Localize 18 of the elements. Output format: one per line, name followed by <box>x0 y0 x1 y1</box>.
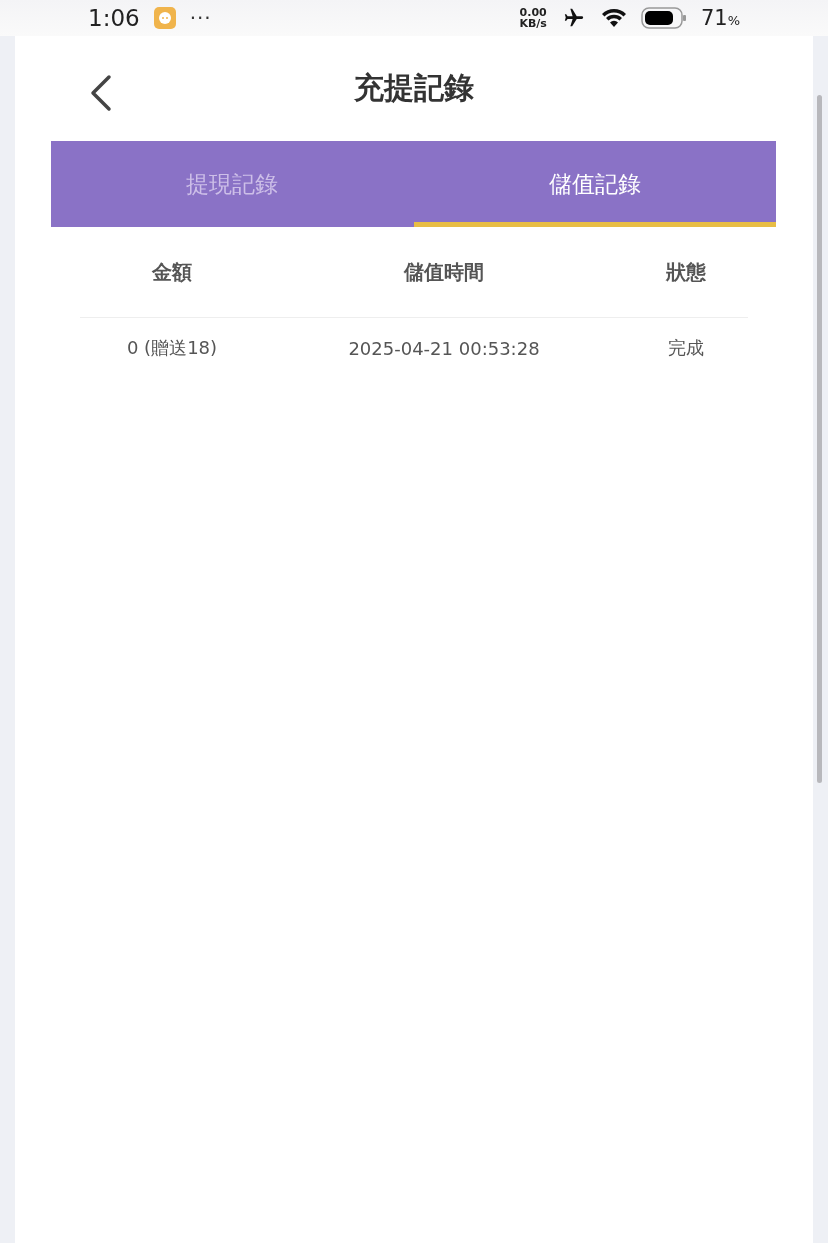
page-title: 充提記錄 <box>354 69 474 107</box>
app-notification-icon <box>153 7 176 29</box>
table-cell-text: 2025-04-21 00:53:28 <box>347 337 541 359</box>
column-header: 狀態 <box>665 258 707 286</box>
column-header: 金額 <box>151 258 193 286</box>
battery-percentage: 71% <box>700 6 740 30</box>
network-speed-unit: KB/s <box>519 18 547 29</box>
more-notifications: ··· <box>189 6 212 30</box>
network-speed-value: 0.00 <box>519 7 547 18</box>
wifi-icon <box>600 8 627 28</box>
tab[interactable]: 提現記錄 <box>51 141 414 227</box>
table-cell-text: 0 (贈送18) <box>125 336 219 360</box>
column-header: 儲值時間 <box>403 258 485 286</box>
status-time: 1:06 <box>88 5 140 31</box>
tab[interactable]: 儲值記錄 <box>413 141 776 227</box>
battery-icon <box>640 7 687 29</box>
table-cell-text: 完成 <box>667 336 705 360</box>
scrollbar[interactable] <box>817 95 822 783</box>
